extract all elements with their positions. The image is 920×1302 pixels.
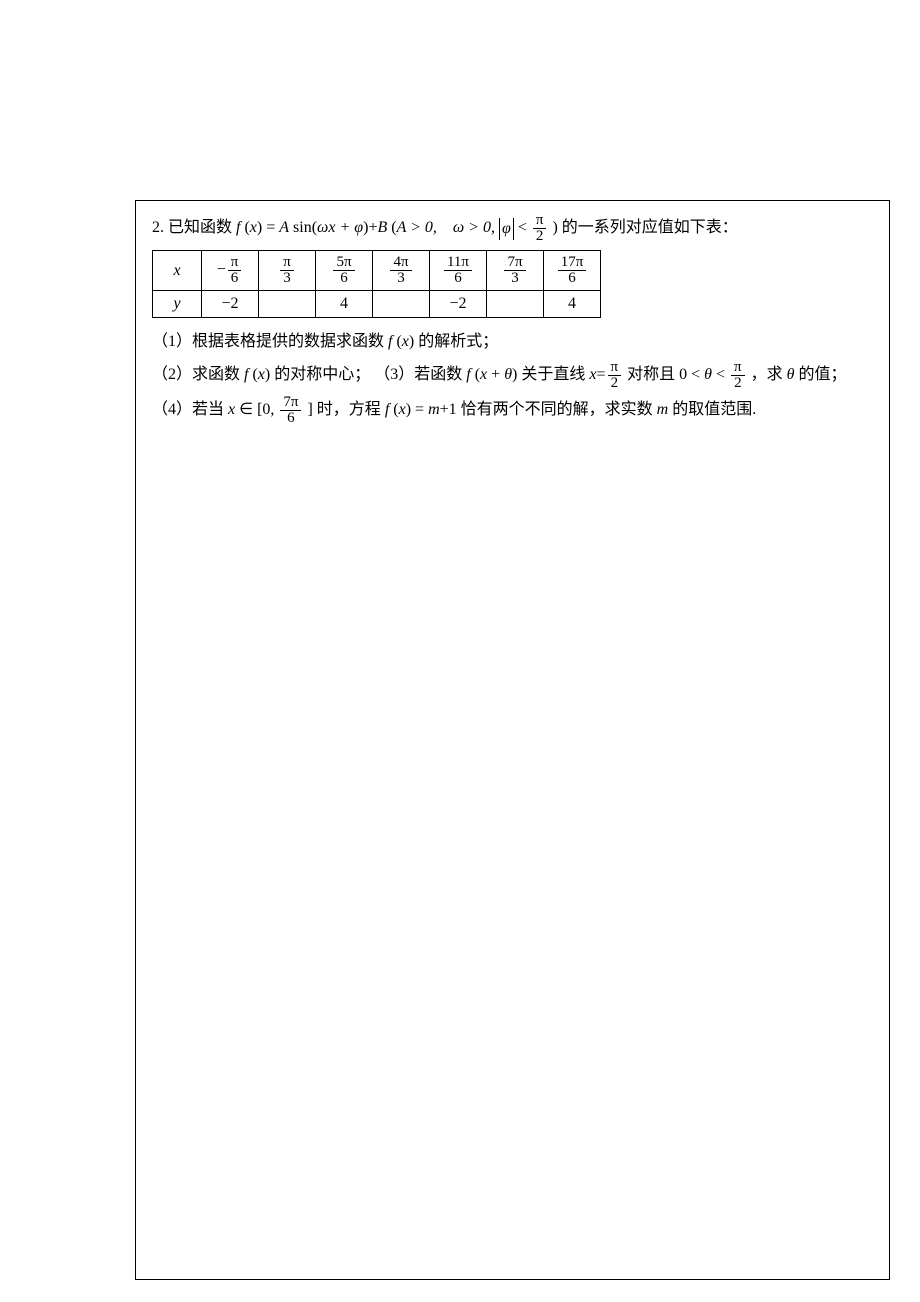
row-y: y −2 4 −2 4 [153,291,601,318]
x2: 5π6 [316,251,373,291]
n4: 11π [444,255,472,271]
lt: < [518,219,531,236]
d1: 3 [280,271,294,286]
fx: f [236,219,240,236]
two-den: 2 [533,229,547,244]
q3b-pi: π [731,360,745,376]
q3-pi: π [608,360,622,376]
y2: 4 [316,291,373,318]
d5: 3 [504,271,525,286]
q1-text: （1）根据表格提供的数据求函数 f (x) 的解析式； [152,333,498,350]
frac-pi2: π2 [533,213,547,244]
phi: φ [354,219,363,236]
q2: （2）求函数 f (x) 的对称中心； [152,366,370,383]
q4: （4）若当 x ∈ [0, 7π6 ] 时，方程 f (x) = m+1 恰有两… [152,395,881,426]
q4d: 6 [280,411,301,426]
condW: ω > 0, [453,219,499,236]
q1: （1）根据表格提供的数据求函数 f (x) 的解析式； [152,328,881,356]
q4a: （4）若当 x ∈ [0, [152,401,278,418]
q4-frac: 7π6 [280,395,301,426]
abs-phi: φ [499,218,514,240]
x-label: x [153,251,202,291]
problem-number: 2. [152,219,164,236]
n5: 7π [504,255,525,271]
y5 [487,291,544,318]
phi-inner: φ [502,220,511,237]
y0: −2 [202,291,259,318]
omega: ω [317,219,328,236]
x1: π3 [259,251,316,291]
content-frame: 2. 已知函数 f (x) = A sin(ωx + φ)+B (A > 0, … [135,200,890,1280]
x0: −π6 [202,251,259,291]
y6: 4 [544,291,601,318]
eq: = [266,219,279,236]
x3: 4π3 [373,251,430,291]
d0: 6 [228,271,242,286]
fx-arg: x [250,219,257,236]
rparen: ) [257,219,262,236]
data-table: x −π6 π3 5π6 4π3 11π6 7π3 17π6 y −2 4 −2… [152,250,601,318]
intro-a: 已知函数 [168,219,236,236]
q2-q3: （2）求函数 f (x) 的对称中心； （3）若函数 f (x + θ) 关于直… [152,360,881,391]
page: 2. 已知函数 f (x) = A sin(ωx + φ)+B (A > 0, … [0,0,920,1302]
intro-b: 的一系列对应值如下表： [562,219,738,236]
pi-num: π [533,213,547,229]
q3b-2: 2 [731,376,745,391]
close: )+ [363,219,377,236]
xplus: x + [328,219,354,236]
d4: 6 [444,271,472,286]
x4: 11π6 [430,251,487,291]
n1: π [280,255,294,271]
q3: （3）若函数 f (x + θ) 关于直线 x=π2 对称且 0 < θ < π… [374,366,846,383]
cond-close: ) [552,219,557,236]
d6: 6 [558,271,587,286]
y-label: y [153,291,202,318]
n2: 5π [333,255,354,271]
sin: sin( [293,219,317,236]
A: A [279,219,289,236]
n6: 17π [558,255,587,271]
n3: 4π [390,255,411,271]
x6: 17π6 [544,251,601,291]
n0: π [228,255,242,271]
row-x: x −π6 π3 5π6 4π3 11π6 7π3 17π6 [153,251,601,291]
d3: 3 [390,271,411,286]
B: B [377,219,387,236]
condA: A > 0, [397,219,453,236]
q4b: ] 时，方程 f (x) = m+1 恰有两个不同的解，求实数 m 的取值范围. [307,401,756,418]
y1 [259,291,316,318]
y4: −2 [430,291,487,318]
q4n: 7π [280,395,301,411]
q3-2: 2 [608,376,622,391]
x5: 7π3 [487,251,544,291]
y3 [373,291,430,318]
problem-statement: 2. 已知函数 f (x) = A sin(ωx + φ)+B (A > 0, … [152,213,881,244]
neg0: − [217,261,226,278]
d2: 6 [333,271,354,286]
